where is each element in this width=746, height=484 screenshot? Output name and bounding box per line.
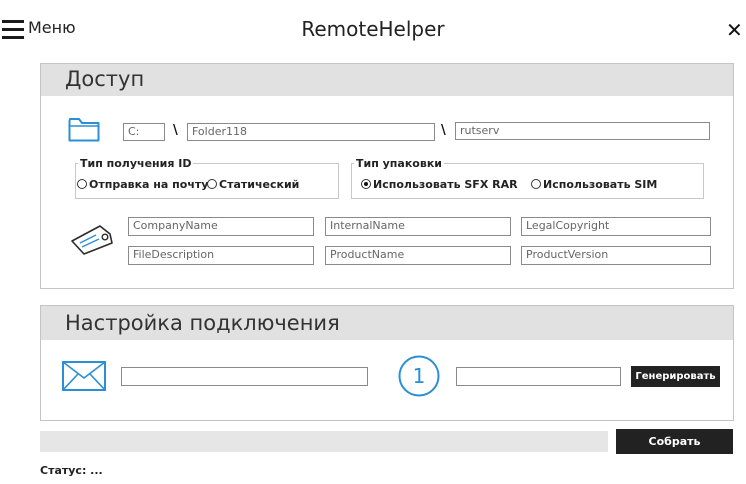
progress-bar xyxy=(40,431,608,452)
connection-panel-title: Настройка подключения xyxy=(65,311,340,335)
internal-name-input[interactable]: InternalName xyxy=(325,217,511,236)
close-icon[interactable]: ✕ xyxy=(726,18,743,42)
folder-input[interactable]: Folder118 xyxy=(187,123,435,141)
radio-circle-icon[interactable] xyxy=(77,179,87,189)
radio-static[interactable]: Статический xyxy=(207,178,299,191)
radio-label: Использовать SFX RAR xyxy=(373,178,518,191)
envelope-icon xyxy=(62,361,106,391)
file-description-input[interactable]: FileDescription xyxy=(128,246,314,265)
radio-selected-icon[interactable] xyxy=(361,179,371,189)
app-title: RemoteHelper xyxy=(301,17,445,41)
status-text: Статус: ... xyxy=(40,464,103,477)
code-input[interactable] xyxy=(456,367,621,386)
connection-panel: Настройка подключения 1 Генерировать xyxy=(40,305,734,421)
radio-circle-icon[interactable] xyxy=(207,179,217,189)
radio-label: Отправка на почту xyxy=(89,178,209,191)
access-panel-header: Доступ xyxy=(41,64,733,96)
radio-circle-icon[interactable] xyxy=(531,179,541,189)
build-button[interactable]: Собрать xyxy=(616,429,733,454)
product-version-input[interactable]: ProductVersion xyxy=(521,246,711,265)
drive-input[interactable]: C: xyxy=(123,123,165,141)
product-name-input[interactable]: ProductName xyxy=(325,246,511,265)
step-number: 1 xyxy=(412,364,426,388)
legal-copyright-input[interactable]: LegalCopyright xyxy=(521,217,711,236)
folder-icon[interactable] xyxy=(68,116,100,142)
generate-button[interactable]: Генерировать xyxy=(631,366,720,387)
email-input[interactable] xyxy=(121,367,368,386)
pack-type-legend: Тип упаковки xyxy=(356,157,442,170)
connection-panel-header: Настройка подключения xyxy=(41,306,733,340)
radio-send-email[interactable]: Отправка на почту xyxy=(77,178,208,191)
path-separator: \ xyxy=(173,123,178,138)
id-type-legend: Тип получения ID xyxy=(80,157,192,170)
access-panel: Доступ C: \ Folder118 \ rutserv Тип полу… xyxy=(40,63,734,289)
exe-name-input[interactable]: rutserv xyxy=(455,122,710,140)
path-separator: \ xyxy=(441,123,446,138)
tag-icon xyxy=(71,225,113,255)
radio-label: Статический xyxy=(219,178,300,191)
access-panel-title: Доступ xyxy=(65,67,145,91)
radio-sfx-rar[interactable]: Использовать SFX RAR xyxy=(361,178,518,191)
radio-sim[interactable]: Использовать SIM xyxy=(531,178,657,191)
company-name-input[interactable]: CompanyName xyxy=(128,217,314,236)
radio-label: Использовать SIM xyxy=(543,178,658,191)
